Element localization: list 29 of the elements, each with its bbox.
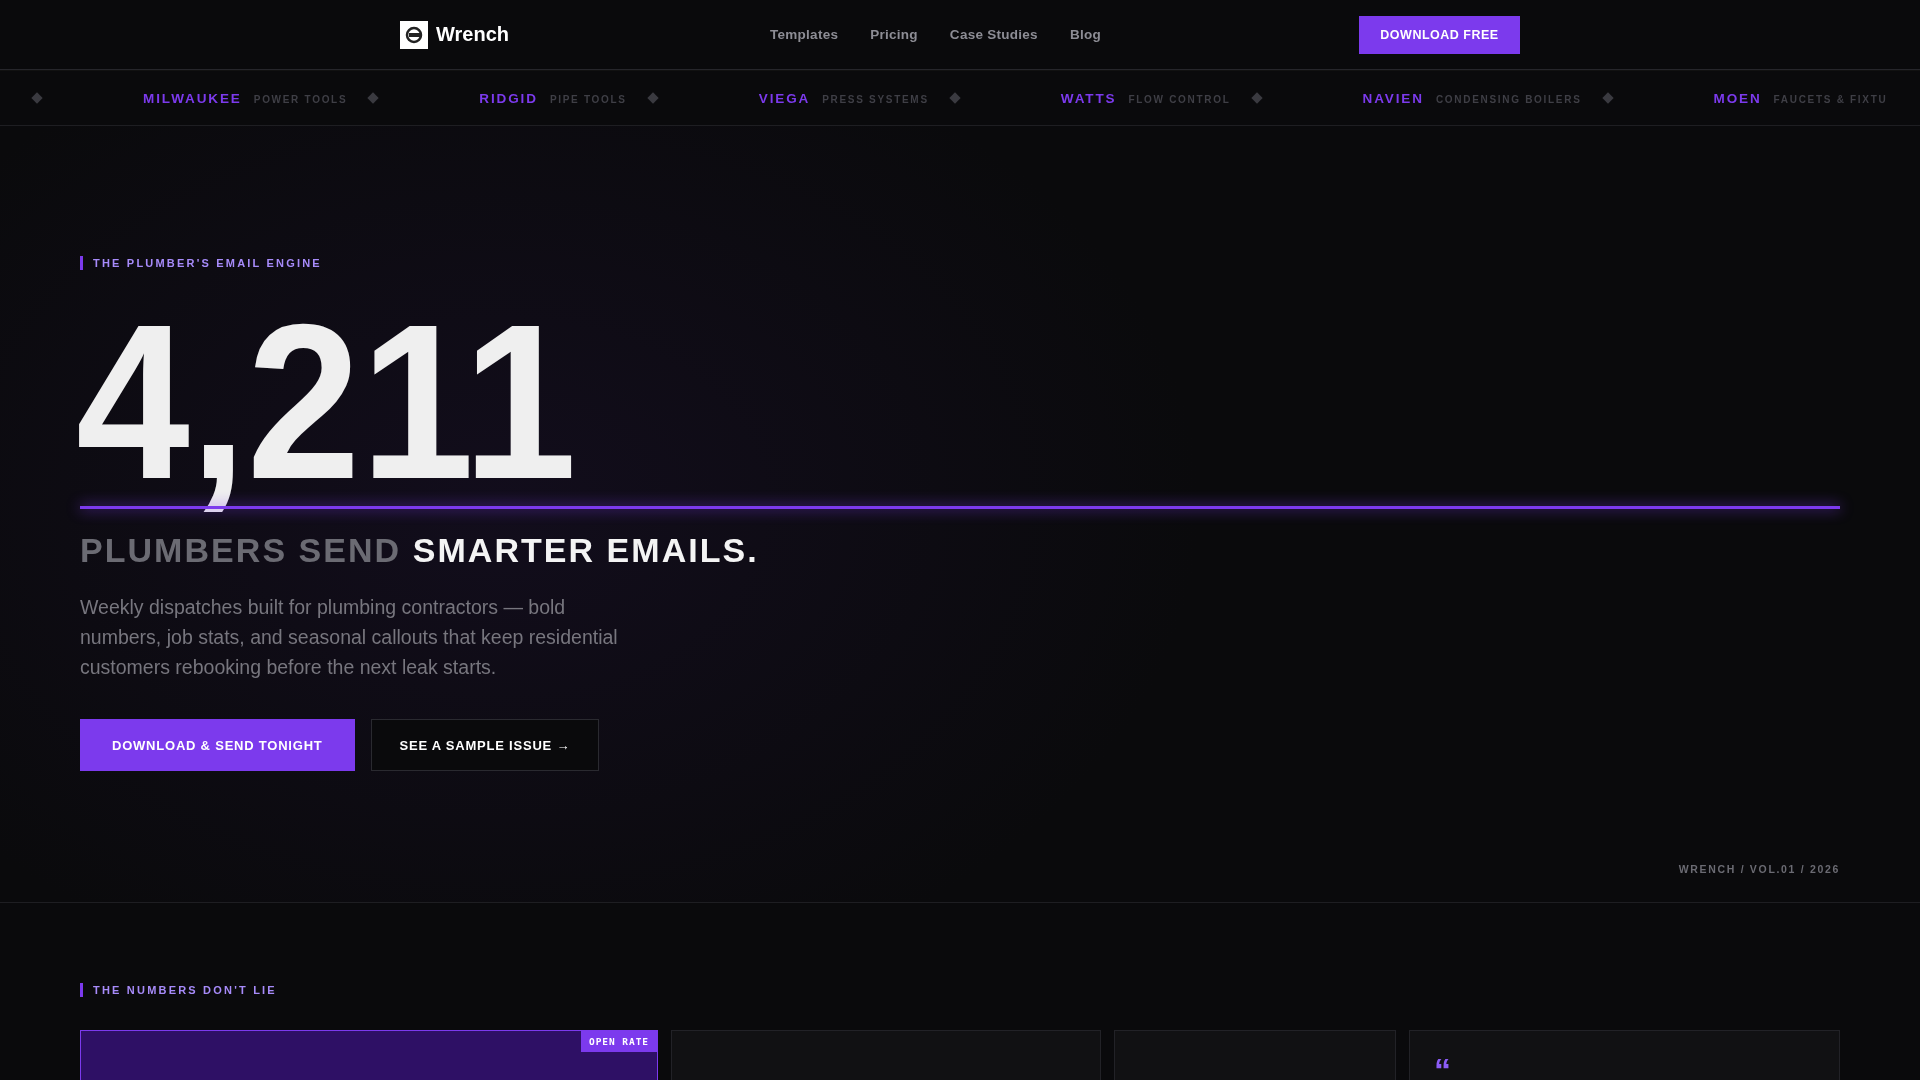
download-send-button[interactable]: DOWNLOAD & SEND TONIGHT bbox=[80, 719, 355, 771]
hero-number: 4,211 bbox=[76, 302, 577, 514]
eyebrow-label: THE PLUMBER'S EMAIL ENGINE bbox=[93, 257, 322, 269]
nav-link[interactable]: Pricing bbox=[870, 27, 918, 42]
brand-label: VIEGA bbox=[758, 90, 811, 106]
download-button[interactable]: DOWNLOAD FREE bbox=[1359, 15, 1520, 54]
brand-label: MOEN bbox=[1713, 90, 1762, 106]
quote-mark: “ bbox=[1434, 1053, 1451, 1080]
category-label: FLOW CONTROL bbox=[1128, 93, 1231, 105]
open-rate-badge: OPEN RATE bbox=[580, 1031, 657, 1052]
brand-label: WATTS bbox=[1060, 90, 1117, 106]
nav-link[interactable]: Case Studies bbox=[949, 27, 1038, 42]
issue-label: WRENCH / VOL.01 / 2026 bbox=[1678, 863, 1840, 875]
logo-icon bbox=[400, 20, 428, 49]
nav-link[interactable]: Blog bbox=[1069, 27, 1101, 42]
category-label: CONDENSING BOILERS bbox=[1435, 93, 1582, 105]
brand-name: Wrench bbox=[436, 23, 509, 46]
hero-description: Weekly dispatches built for plumbing contractors — bold numbers, job stats, and seasonal callouts that keep residential customers rebooking before the next leak starts. bbox=[80, 595, 619, 680]
section-label: THE NUMBERS DON'T LIE bbox=[93, 984, 277, 996]
brand-label: MILWAUKEE bbox=[143, 90, 242, 106]
brand-label: NAVIEN bbox=[1362, 90, 1424, 106]
category-label: PRESS SYSTEMS bbox=[822, 93, 929, 105]
category-label: FAUCETS & FIXTU bbox=[1773, 93, 1888, 105]
category-label: PIPE TOOLS bbox=[549, 93, 627, 105]
nav-link[interactable]: Templates bbox=[770, 27, 839, 42]
brand-label: RIDGID bbox=[479, 90, 538, 106]
hero-headline: PLUMBERS SEND SMARTER EMAILS. bbox=[80, 531, 760, 570]
sample-issue-button[interactable]: SEE A SAMPLE ISSUE → bbox=[370, 719, 600, 771]
category-label: POWER TOOLS bbox=[253, 93, 348, 105]
